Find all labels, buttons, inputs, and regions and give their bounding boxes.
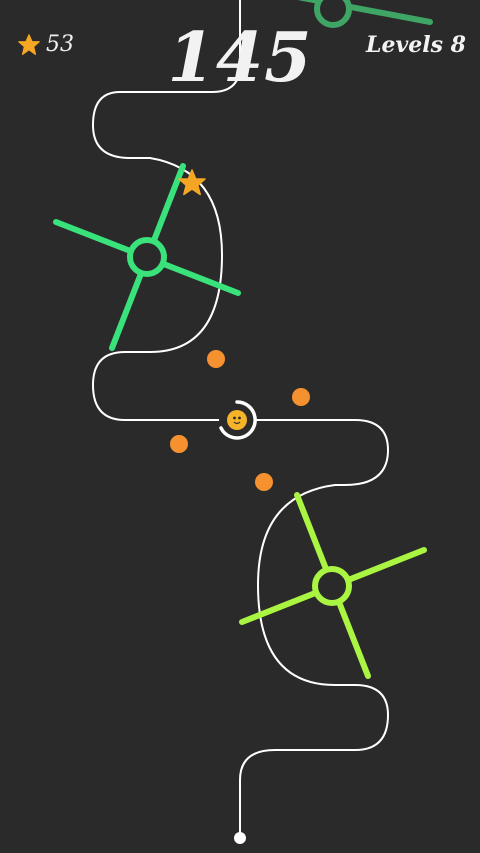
orange-dot	[170, 435, 188, 453]
orange-dot	[207, 350, 225, 368]
score-display: 145	[167, 18, 313, 98]
spinner-mid	[53, 163, 241, 351]
game-canvas[interactable]	[0, 0, 480, 853]
level-indicator: Levels 8	[366, 32, 466, 58]
track-start-point	[234, 832, 246, 844]
orange-dot	[292, 388, 310, 406]
orange-dot	[255, 473, 273, 491]
player-ball-icon[interactable]	[219, 400, 257, 440]
